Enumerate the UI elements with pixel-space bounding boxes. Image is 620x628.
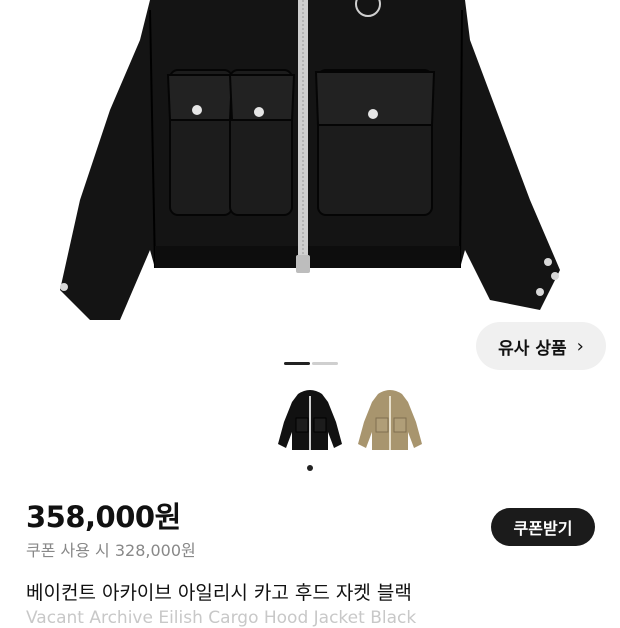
selected-thumbnail-dot [307,465,313,471]
product-title-english: Vacant Archive Eilish Cargo Hood Jacket … [26,608,417,628]
color-thumbnail-beige[interactable] [350,382,430,462]
jacket-thumbnail-icon [358,390,422,450]
jacket-thumbnail-icon [278,390,342,450]
product-image[interactable] [0,0,620,350]
similar-products-label: 유사 상품 [498,338,567,359]
product-price: 358,000원 [26,500,181,534]
gallery-indicator-active [284,362,310,365]
gallery-indicator [312,362,338,365]
similar-products-button[interactable]: 유사 상품 › [476,322,606,370]
get-coupon-button[interactable]: 쿠폰받기 [491,508,595,546]
chevron-right-icon: › [576,335,584,357]
coupon-price-text: 쿠폰 사용 시 328,000원 [26,541,196,560]
color-thumbnail-black[interactable] [270,382,350,462]
jacket-illustration [60,0,560,320]
product-title: 베이컨트 아카이브 아일리시 카고 후드 자켓 블랙 [26,582,412,604]
